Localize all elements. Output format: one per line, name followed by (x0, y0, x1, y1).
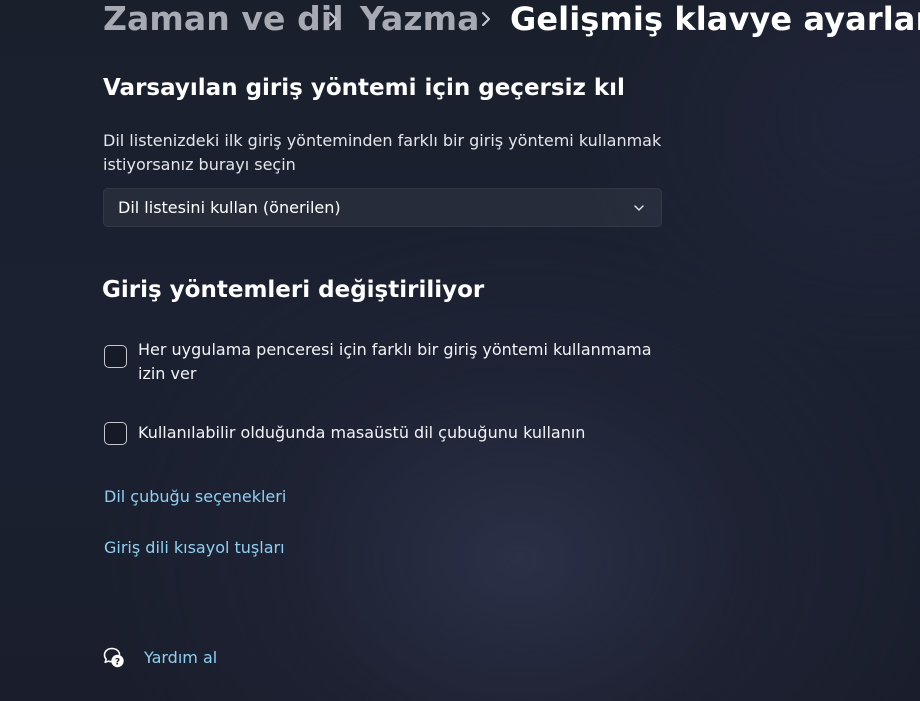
dropdown-selected-value: Dil listesini kullan (önerilen) (118, 198, 341, 217)
input-language-hotkeys-link[interactable]: Giriş dili kısayol tuşları (104, 538, 285, 557)
desktop-language-bar-checkbox[interactable] (104, 422, 127, 445)
chevron-down-icon (634, 205, 644, 211)
switching-section-title: Giriş yöntemleri değiştiriliyor (102, 277, 485, 303)
default-input-method-dropdown[interactable]: Dil listesini kullan (önerilen) (103, 188, 662, 227)
desktop-language-bar-label: Kullanılabilir olduğunda masaüstü dil çu… (138, 423, 586, 442)
breadcrumb-item-typing[interactable]: Yazma (360, 0, 480, 39)
help-chat-icon: ? (103, 647, 124, 667)
svg-text:?: ? (115, 657, 120, 667)
chevron-right-icon (329, 12, 337, 26)
breadcrumb-item-time-language[interactable]: Zaman ve dil (103, 0, 344, 39)
get-help-link[interactable]: Yardım al (144, 648, 217, 667)
override-description: Dil listenizdeki ilk giriş yönteminden f… (103, 131, 662, 174)
language-bar-options-link[interactable]: Dil çubuğu seçenekleri (104, 487, 286, 506)
override-section-title: Varsayılan giriş yöntemi için geçersiz k… (103, 75, 625, 101)
per-app-input-method-label: Her uygulama penceresi için farklı bir g… (138, 340, 652, 383)
chevron-right-icon (482, 12, 490, 26)
page-title: Gelişmiş klavye ayarları (510, 0, 920, 38)
per-app-input-method-checkbox[interactable] (104, 345, 127, 368)
